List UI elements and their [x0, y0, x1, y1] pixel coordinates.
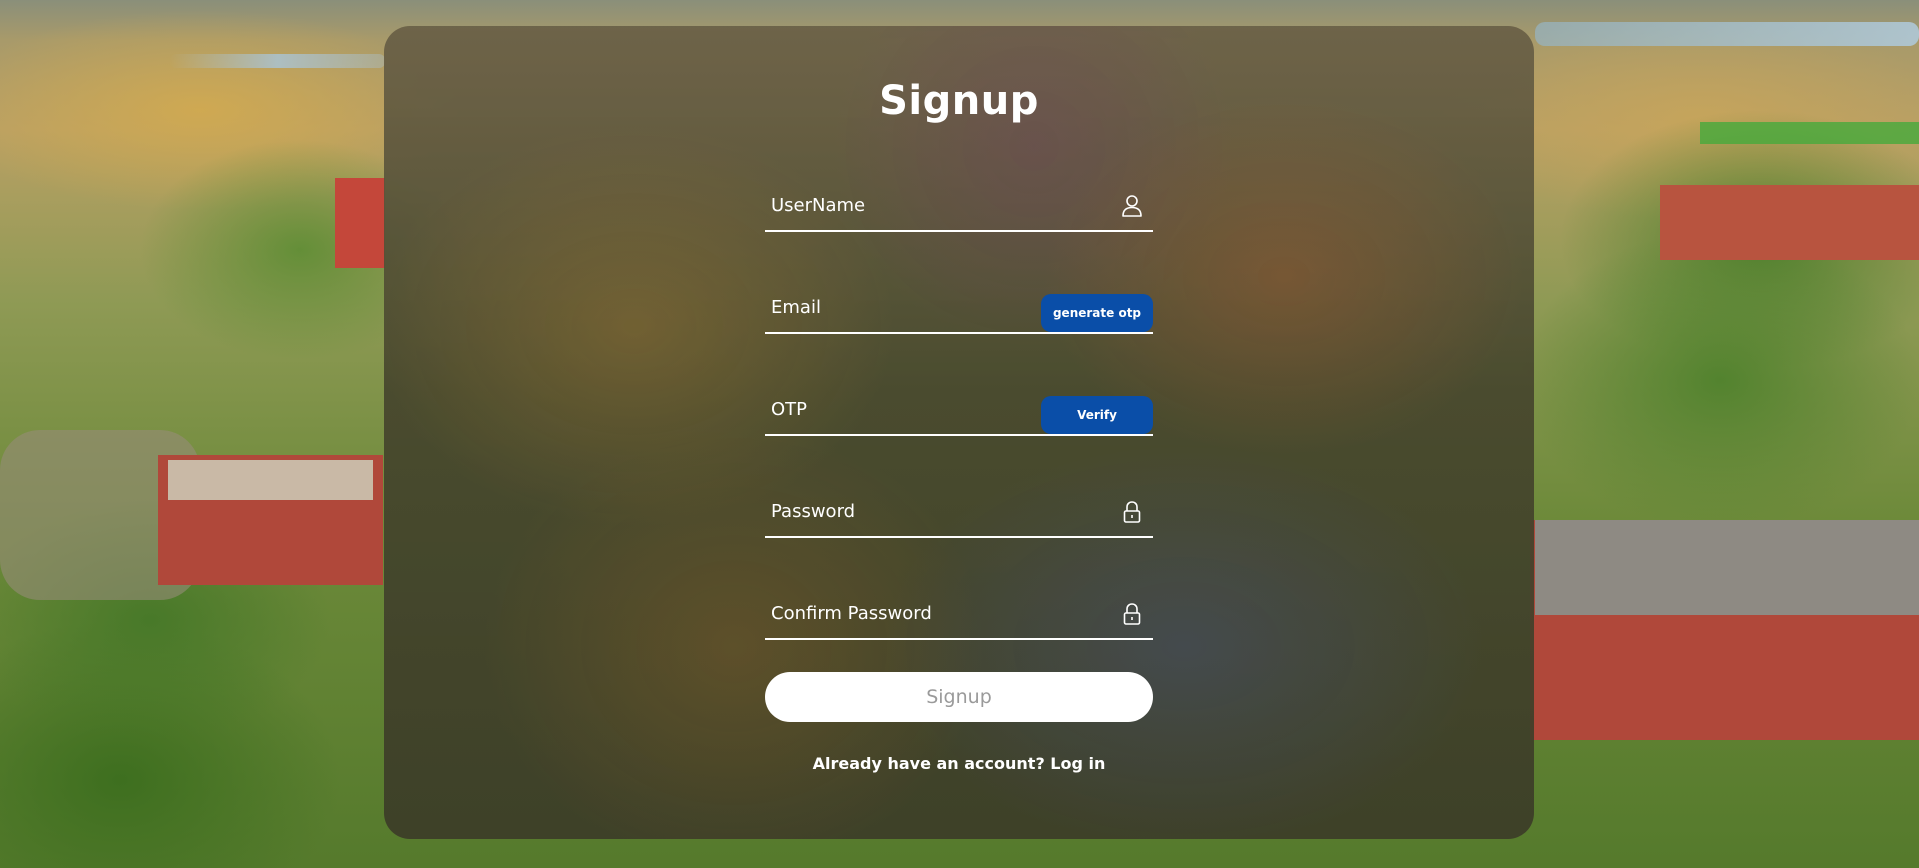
generate-otp-button[interactable]: generate otp — [1041, 294, 1153, 332]
signup-button[interactable]: Signup — [765, 672, 1153, 722]
background-building-roof — [168, 460, 373, 500]
background-building — [335, 178, 385, 268]
login-prompt-text: Already have an account? — [812, 754, 1045, 773]
background-building-roof — [1535, 520, 1919, 615]
username-input[interactable] — [765, 182, 1153, 228]
background-field — [1700, 122, 1919, 144]
login-link[interactable]: Log in — [1050, 754, 1105, 773]
signup-page: Signup generate otp Verify — [0, 0, 1919, 868]
username-field-group — [765, 182, 1153, 232]
background-building — [1660, 185, 1919, 260]
password-field-group — [765, 488, 1153, 538]
lock-icon — [1123, 603, 1141, 625]
signup-card: Signup generate otp Verify — [384, 26, 1534, 839]
confirm-password-input[interactable] — [765, 590, 1153, 636]
login-prompt: Already have an account? Log in — [384, 754, 1534, 773]
user-icon — [1122, 195, 1142, 217]
page-title: Signup — [879, 78, 1039, 124]
background-water — [170, 54, 385, 68]
confirm-password-field-group — [765, 590, 1153, 640]
lock-icon — [1123, 501, 1141, 523]
email-field-group: generate otp — [765, 284, 1153, 334]
verify-otp-button[interactable]: Verify — [1041, 396, 1153, 434]
otp-field-group: Verify — [765, 386, 1153, 436]
background-water — [1535, 22, 1919, 46]
password-input[interactable] — [765, 488, 1153, 534]
